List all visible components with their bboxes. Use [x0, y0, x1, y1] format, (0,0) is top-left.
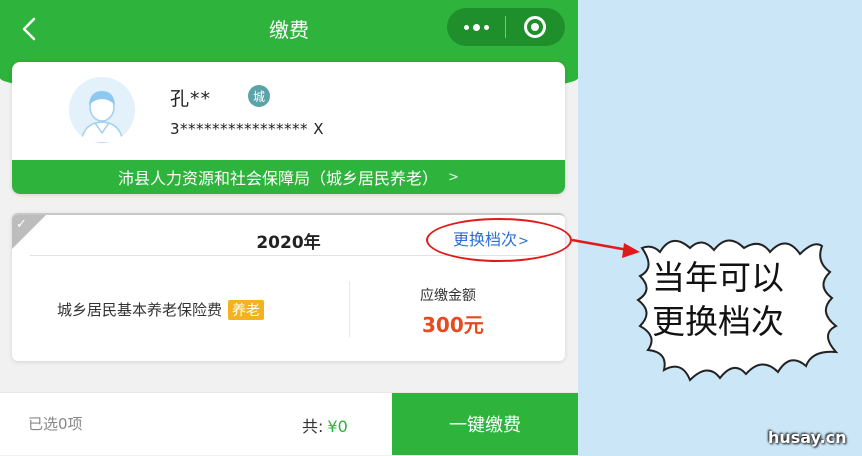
callout-line-1: 当年可以 [652, 258, 784, 297]
annotation-overlay [571, 238, 839, 382]
callout-line-2: 更换档次 [652, 302, 784, 341]
watermark: husay.cn [768, 428, 847, 447]
annotation-arrow-head [622, 243, 640, 258]
callout-text: 当年可以 更换档次 [652, 256, 832, 344]
annotation-arrow-line [571, 238, 629, 252]
